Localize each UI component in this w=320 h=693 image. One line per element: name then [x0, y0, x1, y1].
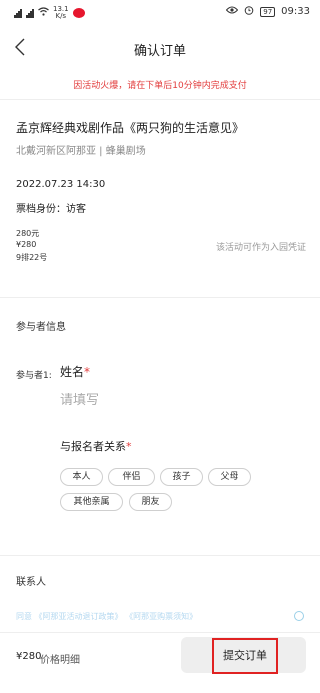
net-speed-unit: K/s — [55, 12, 67, 20]
relation-label: 与报名者关系* — [60, 438, 132, 454]
relation-option-other-relative[interactable]: 其他亲属 — [60, 493, 123, 511]
navigation-bar: 确认订单 — [0, 26, 320, 72]
refund-policy-link[interactable]: 《阿那亚活动退订政策》 — [35, 612, 123, 621]
net-speed: 13.1 K/s — [53, 6, 69, 20]
name-label: 姓名* — [60, 363, 90, 380]
battery-icon: 97 — [260, 6, 276, 17]
event-datetime: 2022.07.23 14:30 — [16, 179, 106, 190]
name-input[interactable] — [60, 393, 280, 408]
bottom-bar: ¥280 价格明细 提交订单 — [0, 632, 320, 693]
participant-index: 参与者1: — [16, 371, 52, 381]
relation-label-text: 与报名者关系 — [60, 440, 126, 453]
agreement-prefix: 同意 — [16, 612, 32, 621]
signal-icon-2 — [26, 8, 34, 18]
divider — [0, 99, 320, 100]
contact-section-title: 联系人 — [16, 577, 46, 588]
status-bar: 13.1 K/s 97 09:33 — [0, 0, 320, 26]
purchase-notice-link[interactable]: 《阿那亚购票须知》 — [125, 612, 197, 621]
ticket-price: 280元 — [16, 229, 40, 238]
divider — [0, 555, 320, 556]
relation-option-child[interactable]: 孩子 — [160, 468, 203, 486]
ticket-amount: ¥280 — [16, 240, 37, 249]
event-title: 孟京辉经典戏剧作品《两只狗的生活意见》 — [16, 121, 245, 135]
entry-pass-note: 该活动可作为入园凭证 — [215, 243, 306, 253]
alarm-icon — [244, 5, 254, 18]
page-title: 确认订单 — [133, 44, 186, 59]
relation-option-self[interactable]: 本人 — [60, 468, 103, 486]
required-mark: * — [126, 440, 132, 453]
status-left: 13.1 K/s — [14, 6, 85, 20]
relation-option-partner[interactable]: 伴侣 — [108, 468, 155, 486]
relation-option-parent[interactable]: 父母 — [208, 468, 251, 486]
relation-option-friend[interactable]: 朋友 — [129, 493, 172, 511]
name-label-text: 姓名 — [60, 365, 85, 379]
payment-notice: 因活动火爆，请在下单后10分钟内完成支付 — [73, 81, 247, 91]
agreement-radio[interactable] — [294, 611, 304, 621]
wifi-icon — [38, 7, 49, 19]
clock-time: 09:33 — [281, 6, 310, 17]
required-mark: * — [84, 365, 91, 379]
divider — [0, 297, 320, 298]
participant-section-title: 参与者信息 — [16, 322, 66, 333]
status-right: 97 09:33 — [226, 5, 310, 18]
event-venue: 北戴河新区阿那亚 | 蜂巢剧场 — [16, 146, 146, 157]
price-detail-link[interactable]: 价格明细 — [40, 651, 80, 666]
eye-icon — [226, 6, 239, 17]
ticket-seat: 9排22号 — [16, 253, 48, 262]
weibo-icon — [72, 8, 85, 18]
agreement-text: 同意 《阿那亚活动退订政策》 《阿那亚购票须知》 — [16, 611, 197, 622]
submit-order-label[interactable]: 提交订单 — [212, 638, 278, 674]
ticket-identity: 票档身份：访客 — [16, 204, 86, 215]
total-price: ¥280 — [16, 651, 42, 662]
signal-icon — [14, 8, 22, 18]
